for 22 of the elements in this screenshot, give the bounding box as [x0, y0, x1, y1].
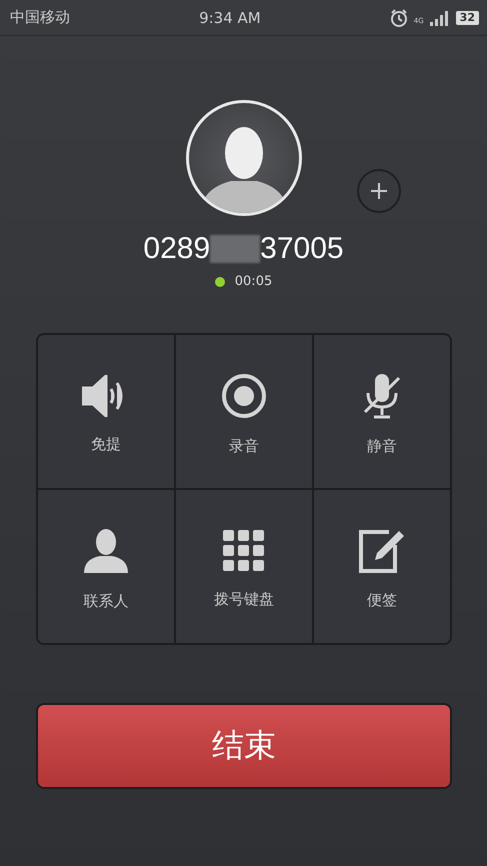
person-icon [83, 528, 129, 574]
keypad-icon [223, 530, 265, 572]
mute-button[interactable]: 静音 [314, 335, 450, 488]
record-icon [221, 372, 267, 418]
muted-microphone-icon [363, 372, 401, 418]
speaker-button[interactable]: 免提 [38, 335, 174, 488]
number-suffix: 37005 [260, 232, 344, 266]
add-contact-button[interactable] [357, 169, 401, 213]
carrier-name: 中国移动 [10, 8, 70, 27]
contacts-button[interactable]: 联系人 [38, 490, 174, 643]
clock: 9:34 AM [199, 8, 261, 26]
signal-icon [430, 10, 450, 26]
end-call-button[interactable]: 结束 [36, 703, 452, 789]
record-button[interactable]: 录音 [176, 335, 312, 488]
battery-level: 32 [456, 10, 479, 24]
call-duration: 00:05 [234, 274, 272, 289]
note-edit-icon [359, 528, 405, 572]
number-prefix: 0289 [143, 232, 210, 266]
plus-icon [369, 181, 389, 201]
alarm-clock-icon [390, 8, 408, 26]
keypad-button[interactable]: 拨号键盘 [176, 490, 312, 643]
note-button[interactable]: 便签 [314, 490, 450, 643]
